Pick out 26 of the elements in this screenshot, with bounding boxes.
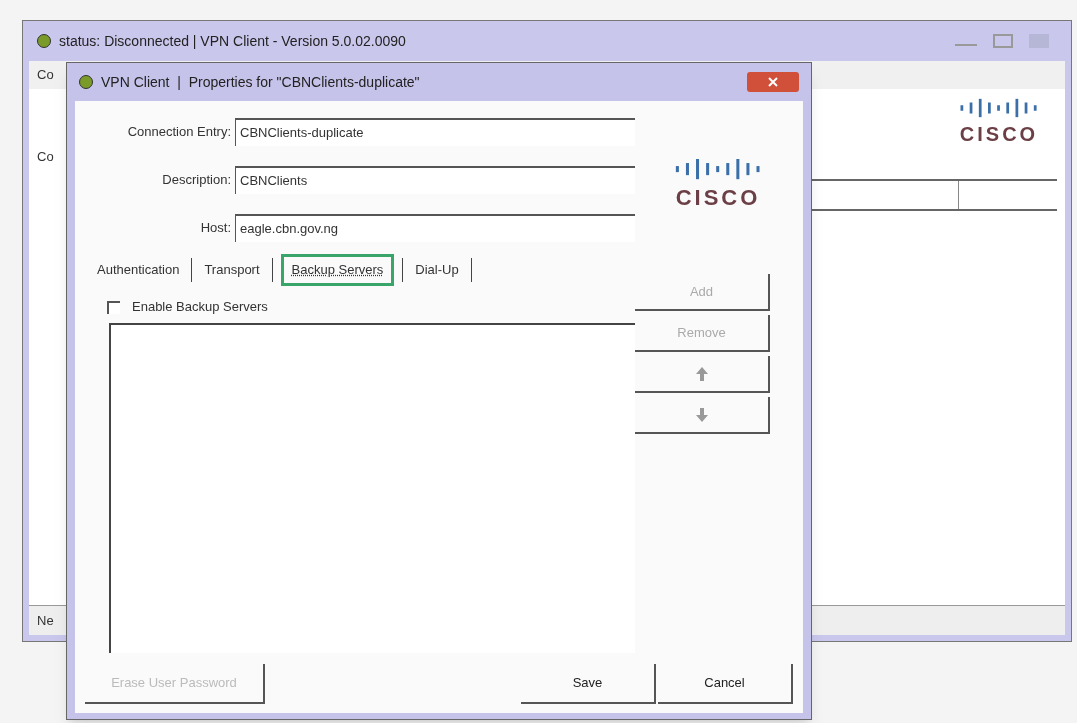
status-icon bbox=[79, 75, 93, 89]
tab[interactable]: Authentication bbox=[93, 260, 184, 280]
up-arrow-icon bbox=[694, 365, 709, 382]
input-field[interactable]: CBNClients bbox=[235, 166, 635, 194]
dialog-button[interactable]: Save bbox=[521, 664, 656, 704]
down-arrow-icon bbox=[694, 406, 709, 423]
field-label: Connection Entry: bbox=[126, 123, 232, 142]
status-icon bbox=[37, 34, 51, 48]
field-label: Description: bbox=[161, 171, 232, 190]
status-bar-text: Ne bbox=[37, 611, 54, 630]
input-field[interactable]: eagle.cbn.gov.ng bbox=[235, 214, 635, 242]
close-icon bbox=[768, 77, 778, 87]
tab[interactable]: Transport bbox=[200, 260, 264, 280]
input-field[interactable]: CBNClients-duplicate bbox=[235, 118, 635, 146]
checkbox-label: Enable Backup Servers bbox=[132, 298, 268, 317]
logo-text: CISCO bbox=[675, 184, 761, 213]
logo-text: CISCO bbox=[959, 122, 1039, 147]
dialog-button[interactable]: Cancel bbox=[658, 664, 793, 704]
tab[interactable]: Dial-Up bbox=[411, 260, 463, 280]
menu-item[interactable]: Co bbox=[37, 65, 54, 85]
dialog-title: VPN Client | Properties for "CBNClients-duplicate" bbox=[101, 72, 420, 92]
window-title: status: Disconnected | VPN Client - Version 5.0.02.0090 bbox=[59, 31, 406, 51]
field-label: Host: bbox=[199, 219, 232, 238]
close-button[interactable] bbox=[747, 72, 799, 92]
checkbox[interactable] bbox=[107, 300, 120, 314]
tab[interactable]: Backup Servers bbox=[280, 254, 395, 286]
